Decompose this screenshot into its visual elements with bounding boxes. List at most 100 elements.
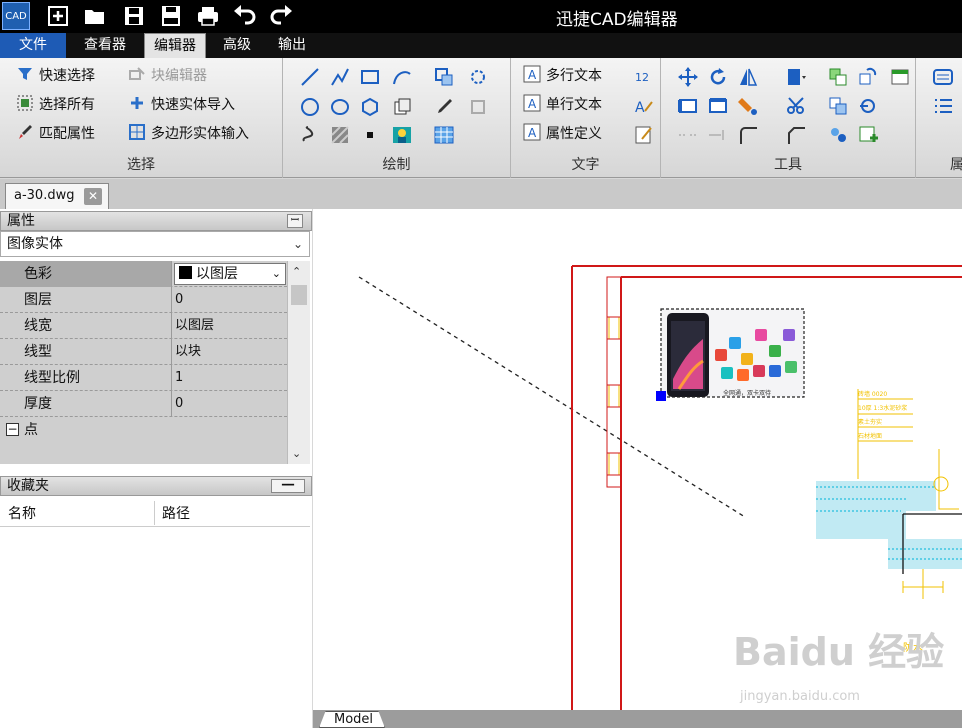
- property-section-point[interactable]: − 点: [0, 417, 287, 443]
- block-editor-button[interactable]: 块编辑器: [128, 64, 207, 88]
- pin-icon[interactable]: ꟷ: [287, 214, 303, 228]
- polyline-tool-icon[interactable]: [329, 66, 351, 88]
- open-folder-icon[interactable]: [82, 3, 108, 29]
- entity-type-value: 图像实体: [7, 236, 63, 252]
- scissors-icon[interactable]: [785, 95, 807, 117]
- app-logo-icon[interactable]: CAD: [2, 2, 30, 30]
- favorites-column-header: 名称 路径: [0, 499, 310, 527]
- property-name: 线宽: [0, 313, 172, 339]
- select-all-button[interactable]: 选择所有: [16, 93, 95, 117]
- pen-tool-icon[interactable]: [433, 96, 455, 118]
- svg-text:石材地面: 石材地面: [858, 432, 882, 440]
- fillet-icon[interactable]: [737, 124, 759, 146]
- match-properties-button[interactable]: 匹配属性: [16, 122, 95, 146]
- property-row-lineweight[interactable]: 线宽 以图层: [0, 313, 287, 339]
- property-row-layer[interactable]: 图层 0: [0, 287, 287, 313]
- close-icon[interactable]: ✕: [84, 188, 102, 205]
- undo-icon[interactable]: [232, 3, 258, 29]
- title-block-cells: [607, 316, 621, 476]
- drawing-canvas[interactable]: 全网通，双卡双待 砖墙 0020 10厚 1:3水泥砂浆 素土夯实 石材地面 防…: [313, 209, 962, 710]
- refresh-icon[interactable]: [857, 95, 879, 117]
- document-tab[interactable]: a-30.dwg ✕: [5, 183, 109, 209]
- arc-tool-icon[interactable]: [391, 66, 413, 88]
- chamfer-icon[interactable]: [785, 124, 807, 146]
- insert-image-icon[interactable]: [391, 124, 413, 146]
- pin-icon[interactable]: ━━: [271, 479, 305, 493]
- edit-text-icon[interactable]: A: [633, 95, 655, 117]
- property-row-thickness[interactable]: 厚度 0: [0, 391, 287, 417]
- insert-block-icon[interactable]: [433, 66, 455, 88]
- ribbon-group-properties: 属: [916, 58, 962, 178]
- quick-select-button[interactable]: 快速选择: [16, 64, 95, 88]
- line-tool-icon[interactable]: [299, 66, 321, 88]
- menu-viewer[interactable]: 查看器: [72, 33, 138, 58]
- layer-manager-icon[interactable]: [889, 66, 911, 88]
- group-icon[interactable]: [827, 66, 849, 88]
- svg-text:10厚 1:3水泥砂浆: 10厚 1:3水泥砂浆: [858, 404, 907, 412]
- chevron-down-icon[interactable]: ⌄: [292, 447, 301, 460]
- save-pdf-icon[interactable]: [158, 3, 184, 29]
- ribbon-group-label-properties: 属: [950, 157, 962, 173]
- copy-object-icon[interactable]: [391, 96, 413, 118]
- dimension-disabled-icon[interactable]: [677, 124, 699, 146]
- ellipse-tool-icon[interactable]: [329, 96, 351, 118]
- polygon-draw-icon[interactable]: [359, 96, 381, 118]
- scrollbar-thumb[interactable]: [291, 285, 307, 305]
- rotate-icon[interactable]: [707, 66, 729, 88]
- attribute-definition-button[interactable]: A 属性定义: [523, 122, 602, 146]
- color-select[interactable]: 以图层 ⌄: [174, 263, 286, 285]
- entity-type-select[interactable]: 图像实体 ⌄: [0, 231, 310, 257]
- property-name: 色彩: [0, 261, 172, 287]
- model-tab[interactable]: Model: [319, 711, 385, 728]
- extend-disabled-icon[interactable]: [707, 124, 729, 146]
- column-name[interactable]: 名称: [8, 503, 36, 523]
- property-row-linetype-scale[interactable]: 线型比例 1: [0, 365, 287, 391]
- list-icon[interactable]: [932, 95, 954, 117]
- property-value: 以图层: [175, 318, 215, 333]
- watermark: Baidu 经验: [733, 630, 945, 674]
- properties-icon[interactable]: [932, 66, 954, 88]
- copy-layer-icon[interactable]: [827, 95, 849, 117]
- text-style-icon[interactable]: 12: [633, 66, 655, 88]
- hatch-tool-icon[interactable]: [329, 124, 351, 146]
- collapse-icon[interactable]: −: [6, 423, 19, 436]
- point-tool-icon[interactable]: [359, 124, 381, 146]
- copy-disabled-icon[interactable]: [467, 96, 489, 118]
- spline-tool-icon[interactable]: [299, 124, 321, 146]
- menu-file[interactable]: 文件: [0, 33, 66, 58]
- redo-icon[interactable]: [268, 3, 294, 29]
- layer-dropdown-icon[interactable]: [785, 66, 807, 88]
- svg-text:A: A: [635, 100, 645, 116]
- quick-entity-import-button[interactable]: 快速实体导入: [128, 93, 235, 117]
- property-scrollbar[interactable]: ⌃ ⌄: [287, 261, 310, 464]
- edit-attribute-icon[interactable]: [633, 124, 655, 146]
- circle-tool-icon[interactable]: [299, 96, 321, 118]
- menu-editor[interactable]: 编辑器: [144, 33, 206, 58]
- table-tool-icon[interactable]: [433, 124, 455, 146]
- property-row-linetype[interactable]: 线型 以块: [0, 339, 287, 365]
- ribbon-group-label-select: 选择: [127, 157, 155, 173]
- title-bar: CAD 迅捷CAD编辑器: [0, 0, 962, 33]
- polygon-entity-input-button[interactable]: 多边形实体输入: [128, 122, 249, 146]
- menu-advanced[interactable]: 高级: [212, 33, 262, 58]
- rectangle-tool-icon[interactable]: [359, 66, 381, 88]
- color-fill-icon[interactable]: [737, 95, 759, 117]
- single-text-button[interactable]: A 单行文本: [523, 93, 602, 117]
- chevron-up-icon[interactable]: ⌃: [292, 265, 301, 278]
- column-path[interactable]: 路径: [162, 503, 190, 523]
- save-icon[interactable]: [121, 3, 147, 29]
- import-icon: [128, 94, 146, 112]
- print-icon[interactable]: [195, 3, 221, 29]
- trim-icon[interactable]: [707, 95, 729, 117]
- hatch-settings-icon[interactable]: [467, 66, 489, 88]
- move-icon[interactable]: [677, 66, 699, 88]
- add-layer-icon[interactable]: [857, 124, 879, 146]
- attach-icon[interactable]: [827, 124, 849, 146]
- ungroup-icon[interactable]: [857, 66, 879, 88]
- menu-output[interactable]: 输出: [268, 33, 316, 58]
- mtext-button[interactable]: A 多行文本: [523, 64, 602, 88]
- explode-icon[interactable]: [677, 95, 699, 117]
- property-row-color[interactable]: 色彩 以图层 ⌄: [0, 261, 287, 287]
- new-file-icon[interactable]: [45, 3, 71, 29]
- mirror-icon[interactable]: [737, 66, 759, 88]
